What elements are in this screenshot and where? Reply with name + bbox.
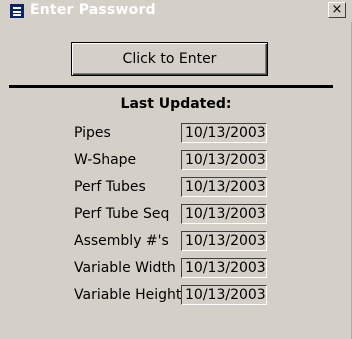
variable-height-label: Variable Height — [74, 287, 182, 303]
perf-tube-seq-date-field[interactable]: 10/13/2003 — [181, 204, 267, 224]
variable-width-date-field[interactable]: 10/13/2003 — [181, 258, 267, 278]
variable-height-date-field[interactable]: 10/13/2003 — [181, 285, 267, 305]
enter-password-window: Enter Password × Click to Enter Last Upd… — [0, 0, 352, 339]
last-updated-heading: Last Updated: — [120, 96, 232, 112]
pipes-label: Pipes — [74, 125, 111, 141]
click-to-enter-button[interactable]: Click to Enter — [71, 42, 268, 76]
perf-tubes-date-field[interactable]: 10/13/2003 — [181, 177, 267, 197]
divider — [9, 85, 333, 88]
window-title: Enter Password — [30, 2, 156, 18]
assembly-date-field[interactable]: 10/13/2003 — [181, 231, 267, 251]
title-bar[interactable]: Enter Password × — [0, 0, 352, 22]
perf-tubes-label: Perf Tubes — [74, 179, 146, 195]
close-button[interactable]: × — [328, 2, 346, 18]
perf-tube-seq-label: Perf Tube Seq — [74, 206, 170, 222]
variable-width-label: Variable Width — [74, 260, 176, 276]
w-shape-label: W-Shape — [74, 152, 137, 168]
assembly-label: Assembly #'s — [74, 233, 169, 249]
w-shape-date-field[interactable]: 10/13/2003 — [181, 150, 267, 170]
pipes-date-field[interactable]: 10/13/2003 — [181, 123, 267, 143]
form-icon — [10, 4, 24, 18]
